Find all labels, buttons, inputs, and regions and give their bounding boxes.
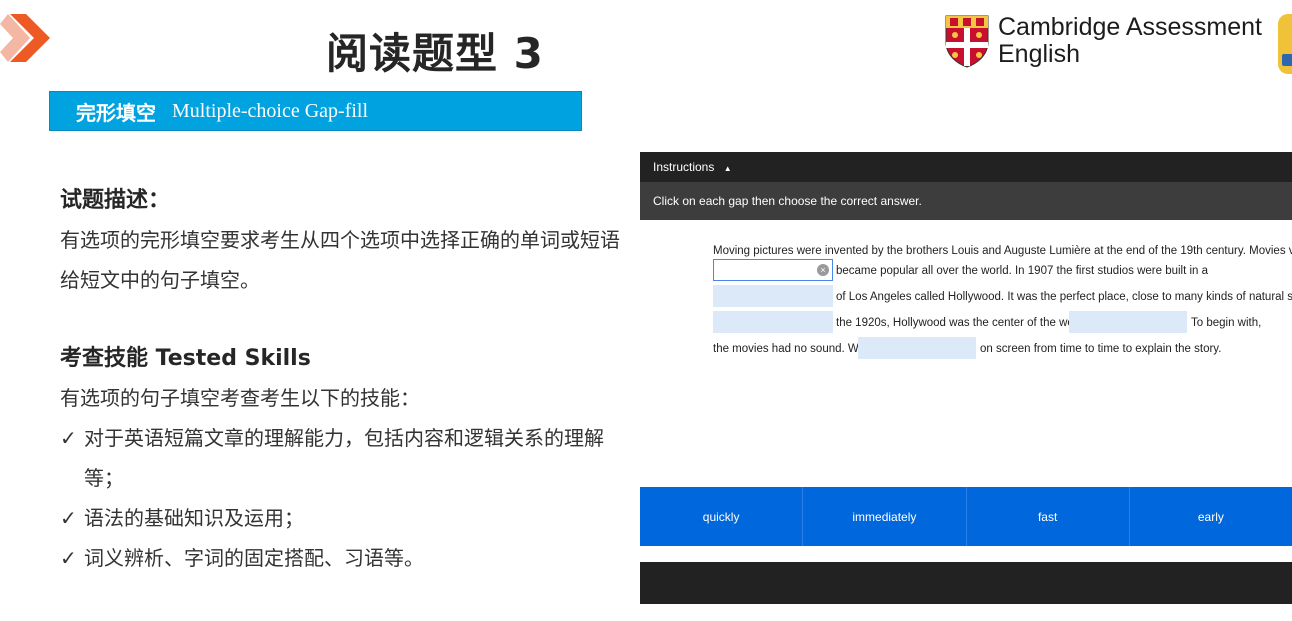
skills-list-item: ✓ 词义辨析、字词的固定搭配、习语等。 xyxy=(60,538,620,578)
skills-intro: 有选项的句子填空考查考生以下的技能： xyxy=(60,386,420,410)
gap-5[interactable] xyxy=(858,337,976,359)
option-button[interactable]: quickly xyxy=(640,487,804,546)
skills-item-text: 对于英语短篇文章的理解能力，包括内容和逻辑关系的理解等； xyxy=(84,426,604,490)
caret-up-icon[interactable]: ▲ xyxy=(724,164,732,173)
skills-item-text: 语法的基础知识及运用； xyxy=(84,506,304,530)
check-icon: ✓ xyxy=(60,426,77,450)
chevron-arrow-icon xyxy=(0,14,50,62)
instructions-label[interactable]: Instructions xyxy=(653,160,714,174)
passage-text: Moving pictures were invented by the bro… xyxy=(713,245,1292,257)
exam-screen: Instructions ▲ Click on each gap then ch… xyxy=(640,152,1292,604)
footer-bar xyxy=(640,562,1292,604)
cambridge-logo: Cambridge Assessment English xyxy=(944,12,1274,72)
check-icon: ✓ xyxy=(60,506,77,530)
instructions-bar[interactable]: Instructions ▲ xyxy=(640,152,1292,182)
partner-logo-icon xyxy=(1278,14,1292,74)
skills-list: ✓ 对于英语短篇文章的理解能力，包括内容和逻辑关系的理解等； ✓ 语法的基础知识… xyxy=(60,418,620,578)
brand-name: Cambridge Assessment English xyxy=(998,14,1262,68)
description-heading: 试题描述： xyxy=(60,188,171,213)
check-icon: ✓ xyxy=(60,546,77,570)
passage-text: To begin with, xyxy=(1191,317,1262,329)
cambridge-shield-icon xyxy=(945,15,989,68)
option-button[interactable]: immediately xyxy=(803,487,967,546)
section-banner: 完形填空 Multiple-choice Gap-fill xyxy=(49,91,582,131)
option-button[interactable]: fast xyxy=(967,487,1130,546)
slide-title: 阅读题型 3 xyxy=(326,29,544,78)
passage-text: the movies had no sound. Words xyxy=(713,343,881,355)
gap-3[interactable] xyxy=(713,311,833,333)
description-body: 有选项的完形填空要求考生从四个选项中选择正确的单词或短语给短文中的句子填空。 xyxy=(60,228,620,292)
gap-4[interactable] xyxy=(1069,311,1187,333)
skills-list-item: ✓ 对于英语短篇文章的理解能力，包括内容和逻辑关系的理解等； xyxy=(60,418,616,498)
skills-list-item: ✓ 语法的基础知识及运用； xyxy=(60,498,620,538)
option-button[interactable]: early xyxy=(1130,487,1292,546)
banner-title-cn: 完形填空 xyxy=(76,100,156,125)
brand-name-line1: Cambridge Assessment xyxy=(998,13,1263,41)
passage-text: became popular all over the world. In 19… xyxy=(836,265,1209,277)
instructions-text: Click on each gap then choose the correc… xyxy=(640,182,1292,220)
passage-text: the 1920s, Hollywood was the center of t… xyxy=(836,317,1108,329)
brand-name-line2: English xyxy=(998,40,1080,68)
clear-icon[interactable]: × xyxy=(817,264,829,276)
passage: Moving pictures were invented by the bro… xyxy=(640,220,1292,487)
answer-options: quickly immediately fast early xyxy=(640,487,1292,546)
banner-title-en: Multiple-choice Gap-fill xyxy=(172,99,369,122)
skills-heading: 考查技能 Tested Skills xyxy=(60,346,311,371)
passage-text: of Los Angeles called Hollywood. It was … xyxy=(836,291,1292,303)
skills-section: 考查技能 Tested Skills 有选项的句子填空考查考生以下的技能： ✓ … xyxy=(60,340,620,578)
passage-text: on screen from time to time to explain t… xyxy=(980,343,1222,355)
description-section: 试题描述： 有选项的完形填空要求考生从四个选项中选择正确的单词或短语给短文中的句… xyxy=(60,182,620,300)
gap-2[interactable] xyxy=(713,285,833,307)
gap-1[interactable]: × xyxy=(713,259,833,281)
skills-item-text: 词义辨析、字词的固定搭配、习语等。 xyxy=(84,546,424,570)
